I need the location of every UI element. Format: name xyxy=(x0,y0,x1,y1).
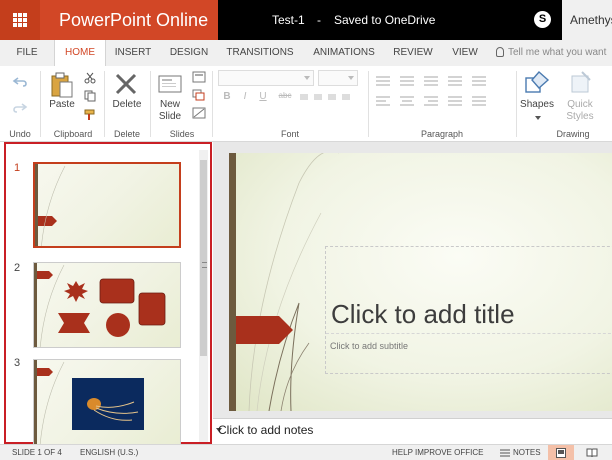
strikethrough-button[interactable]: abc xyxy=(276,91,294,100)
new-slide-label-1[interactable]: New xyxy=(154,99,186,110)
thumbnail-number: 2 xyxy=(14,262,21,274)
status-bar: SLIDE 1 OF 4 ENGLISH (U.S.) HELP IMPROVE… xyxy=(0,444,612,460)
clipboard-group-label: Clipboard xyxy=(53,129,93,139)
group-divider xyxy=(150,71,151,137)
slide-thumbnail-2[interactable] xyxy=(33,262,181,348)
save-status: Saved to OneDrive xyxy=(334,13,436,27)
paste-icon[interactable] xyxy=(50,72,74,98)
ribbon: Undo Paste Clipboard Delete Delete New S… xyxy=(0,66,612,142)
title-separator: - xyxy=(317,13,321,27)
notes-pane[interactable]: Click to add notes xyxy=(213,418,612,444)
new-slide-label-2[interactable]: Slide xyxy=(154,111,186,122)
thumbnail-art xyxy=(34,263,166,347)
waffle-icon xyxy=(13,13,27,27)
notes-icon xyxy=(500,449,510,457)
quick-styles-label-2[interactable]: Styles xyxy=(562,111,598,122)
font-size-dropdown[interactable] xyxy=(318,70,358,86)
redo-icon[interactable] xyxy=(12,102,28,114)
thumbnails-scrollbar[interactable] xyxy=(199,150,208,442)
grip-icon xyxy=(202,262,207,268)
shapes-button[interactable]: Shapes xyxy=(518,99,556,110)
thumbnail-art xyxy=(34,360,144,444)
subtitle-placeholder[interactable]: Click to add subtitle xyxy=(330,341,408,351)
paragraph-group-label: Paragraph xyxy=(420,129,464,139)
font-group-label: Font xyxy=(280,129,299,139)
title-placeholder-text: Click to add title xyxy=(331,299,515,329)
italic-button[interactable]: I xyxy=(240,91,250,102)
tab-file[interactable]: FILE xyxy=(4,40,50,66)
undo-icon[interactable] xyxy=(12,76,28,88)
delete-button[interactable]: Delete xyxy=(108,99,146,110)
user-account[interactable]: Amethyst xyxy=(562,0,612,40)
slide-counter: SLIDE 1 OF 4 xyxy=(12,448,62,457)
copy-icon[interactable] xyxy=(84,90,96,102)
slide-thumbnail-3[interactable] xyxy=(33,359,181,445)
title-placeholder[interactable]: Click to add title Click to add subtitle xyxy=(325,246,612,374)
notes-placeholder[interactable]: Click to add notes xyxy=(218,423,313,437)
thumbnail-number: 1 xyxy=(14,162,21,174)
group-divider xyxy=(104,71,105,137)
tab-animations[interactable]: ANIMATIONS xyxy=(304,40,384,66)
title-bar: PowerPoint Online Test-1 - Saved to OneD… xyxy=(0,0,612,40)
quick-styles-icon[interactable] xyxy=(568,70,594,96)
drawing-group-label: Drawing xyxy=(556,129,590,139)
lightbulb-icon xyxy=(496,47,504,58)
ribbon-tabs: FILE HOME INSERT DESIGN TRANSITIONS ANIM… xyxy=(0,40,612,66)
slides-group-label: Slides xyxy=(169,129,195,139)
notes-toggle[interactable]: NOTES xyxy=(513,448,541,457)
duplicate-slide-icon[interactable] xyxy=(192,89,206,101)
undo-group-label: Undo xyxy=(9,129,31,139)
tab-home[interactable]: HOME xyxy=(54,40,106,66)
group-divider xyxy=(212,71,213,137)
scrollbar-thumb[interactable] xyxy=(200,160,207,356)
slide-thumbnail-1[interactable] xyxy=(33,162,181,248)
shapes-icon[interactable] xyxy=(524,70,550,96)
format-painter-icon[interactable] xyxy=(84,109,96,121)
paste-button[interactable]: Paste xyxy=(46,99,78,110)
current-slide[interactable]: Click to add title Click to add subtitle xyxy=(229,153,612,411)
help-improve-office-link[interactable]: HELP IMPROVE OFFICE xyxy=(392,448,483,457)
tab-review[interactable]: REVIEW xyxy=(386,40,440,66)
delete-group-label: Delete xyxy=(113,129,140,139)
group-divider xyxy=(368,71,369,137)
placeholder-divider xyxy=(326,333,612,334)
tell-me-box[interactable]: Tell me what you want xyxy=(496,40,606,66)
font-formatting-icons[interactable] xyxy=(300,92,350,102)
tab-design[interactable]: DESIGN xyxy=(162,40,216,66)
normal-view-icon xyxy=(556,448,566,458)
chevron-down-icon xyxy=(535,116,541,120)
cut-icon[interactable] xyxy=(84,72,96,84)
reading-view-icon xyxy=(586,448,598,458)
slide-thumbnails-panel[interactable]: 1 2 3 xyxy=(4,142,212,445)
tab-transitions[interactable]: TRANSITIONS xyxy=(220,40,300,66)
language-indicator[interactable]: ENGLISH (U.S.) xyxy=(80,448,138,457)
group-divider xyxy=(40,71,41,137)
paragraph-controls-icon[interactable] xyxy=(374,74,506,108)
delete-icon[interactable] xyxy=(114,72,138,96)
chevron-down-icon xyxy=(348,76,354,80)
underline-button[interactable]: U xyxy=(258,91,268,102)
layout-icon[interactable] xyxy=(192,71,206,83)
skype-button[interactable]: S xyxy=(522,0,562,40)
app-name[interactable]: PowerPoint Online xyxy=(40,0,218,40)
new-slide-icon[interactable] xyxy=(158,72,182,96)
bold-button[interactable]: B xyxy=(222,91,232,102)
thumbnail-art xyxy=(35,164,66,246)
slide-editor: Click to add title Click to add subtitle xyxy=(213,142,612,418)
normal-view-button[interactable] xyxy=(548,445,574,460)
tab-view[interactable]: VIEW xyxy=(442,40,488,66)
reading-view-button[interactable] xyxy=(578,445,604,460)
tab-insert[interactable]: INSERT xyxy=(106,40,160,66)
hide-slide-icon[interactable] xyxy=(192,107,206,119)
group-divider xyxy=(516,71,517,137)
app-launcher-button[interactable] xyxy=(0,0,40,40)
font-name-dropdown[interactable] xyxy=(218,70,314,86)
document-name[interactable]: Test-1 xyxy=(272,0,305,40)
chevron-down-icon xyxy=(304,76,310,80)
skype-icon: S xyxy=(534,11,551,28)
tell-me-placeholder: Tell me what you want xyxy=(508,47,607,58)
quick-styles-label-1[interactable]: Quick xyxy=(562,99,598,110)
thumbnail-number: 3 xyxy=(14,357,21,369)
